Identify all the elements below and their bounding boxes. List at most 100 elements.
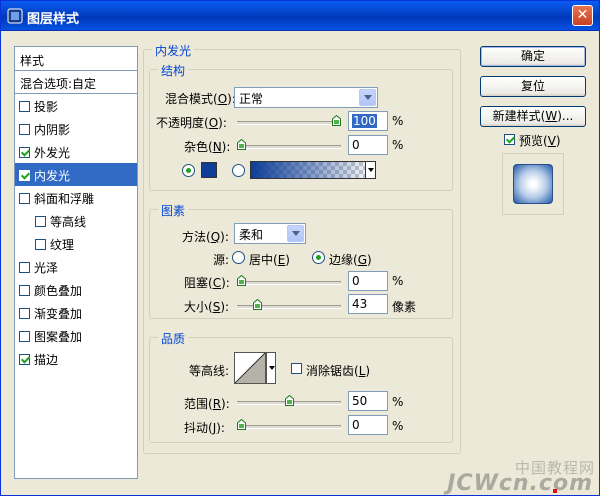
style-item[interactable]: 等高线 [15,209,137,232]
edge-radio[interactable] [312,251,325,264]
opacity-slider-thumb[interactable] [332,115,341,126]
size-field[interactable]: 43 [348,294,388,314]
style-checkbox[interactable] [19,147,30,158]
close-button[interactable]: ✕ [572,5,593,26]
style-checkbox[interactable] [19,308,30,319]
style-checkbox[interactable] [19,170,30,181]
gradient-radio[interactable] [232,164,245,177]
jitter-label: 抖动(J): [184,421,225,435]
style-checkbox[interactable] [19,354,30,365]
style-checkbox[interactable] [35,239,46,250]
antialias-label[interactable]: 消除锯齿(L) [306,362,370,379]
style-item[interactable]: 渐变叠加 [15,301,137,324]
range-label: 范围(R): [184,397,230,411]
size-label: 大小(S): [184,300,230,314]
style-item[interactable]: 颜色叠加 [15,278,137,301]
center-radio[interactable] [232,251,245,264]
style-item-label: 渐变叠加 [34,307,83,321]
noise-slider-thumb[interactable] [237,139,246,150]
style-checkbox[interactable] [19,331,30,342]
style-item-label: 斜面和浮雕 [34,192,95,206]
chevron-down-icon[interactable] [287,225,304,242]
opacity-label: 不透明度(O): [156,116,227,130]
blending-options-item[interactable]: 混合选项:自定 [15,71,137,94]
choke-label: 阻塞(C): [184,276,230,290]
style-checkbox[interactable] [19,193,30,204]
style-item-label: 颜色叠加 [34,284,83,298]
style-item-label: 内阴影 [34,123,71,137]
method-value: 柔和 [239,228,264,242]
style-item-label: 外发光 [34,146,71,160]
method-select[interactable]: 柔和 [234,223,306,244]
watermark-dot [553,489,557,493]
choke-percent: % [392,274,404,288]
jitter-slider-track[interactable] [237,425,341,429]
preview-label[interactable]: 预览(V) [519,132,561,149]
new-style-button[interactable]: 新建样式(W)... [480,106,586,127]
contour-dropdown-arrow[interactable] [266,352,276,384]
style-item[interactable]: 光泽 [15,255,137,278]
contour-linear-icon [234,352,266,384]
styles-list-header[interactable]: 样式 [15,47,137,71]
style-preview [502,153,564,215]
style-checkbox[interactable] [35,216,46,227]
choke-slider-track[interactable] [237,281,341,285]
size-slider-thumb[interactable] [253,299,263,310]
noise-field[interactable]: 0 [348,135,388,155]
antialias-checkbox[interactable] [291,363,302,374]
site-watermark: 中国教程网 JCWcn.com [447,457,599,496]
style-item[interactable]: 斜面和浮雕 [15,186,137,209]
window-title: 图层样式 [27,12,80,27]
opacity-slider-track[interactable] [237,121,341,125]
style-item-label: 光泽 [34,261,59,275]
choke-slider-thumb[interactable] [237,275,246,286]
layer-style-dialog: 图层样式 ✕ 样式 混合选项:自定 投影 内阴影 外发光 内发光 斜面和浮雕 等高线 纹理光… [0,0,600,496]
range-slider-thumb[interactable] [284,395,294,406]
noise-percent: % [392,138,404,152]
blend-mode-value: 正常 [239,92,264,106]
jitter-field[interactable]: 0 [348,415,388,435]
inner-glow-title: 内发光 [152,42,195,59]
range-field[interactable]: 50 [348,391,388,411]
style-item-label: 投影 [34,100,59,114]
contour-label: 等高线: [189,364,230,378]
style-item[interactable]: 投影 [15,94,137,117]
style-item[interactable]: 图案叠加 [15,324,137,347]
jitter-slider-thumb[interactable] [237,419,246,430]
choke-field[interactable]: 0 [348,271,388,291]
solid-color-radio[interactable] [182,164,195,177]
style-checkbox[interactable] [19,285,30,296]
edge-label[interactable]: 边缘(G) [329,251,372,268]
structure-title: 结构 [158,62,189,79]
blend-mode-label: 混合模式(O): [165,92,236,106]
preview-checkbox[interactable] [504,134,515,145]
ok-button[interactable]: 确定 [480,46,586,67]
contour-picker[interactable] [234,352,266,384]
reset-button[interactable]: 复位 [480,76,586,97]
style-item-label: 纹理 [50,238,75,252]
style-checkbox[interactable] [19,262,30,273]
style-item-label: 图案叠加 [34,330,83,344]
jitter-percent: % [392,419,404,433]
style-item[interactable]: 内阴影 [15,117,137,140]
source-label: 源: [213,253,230,267]
chevron-down-icon[interactable] [359,89,376,106]
style-item-label: 等高线 [50,215,87,229]
glow-color-swatch[interactable] [201,162,217,178]
center-label[interactable]: 居中(E) [249,251,290,268]
close-icon: ✕ [576,7,589,23]
quality-title: 品质 [158,330,189,347]
style-item[interactable]: 外发光 [15,140,137,163]
style-item[interactable]: 描边 [15,347,137,370]
style-item[interactable]: 内发光 [15,163,137,186]
style-checkbox[interactable] [19,124,30,135]
style-item[interactable]: 纹理 [15,232,137,255]
gradient-dropdown-arrow[interactable] [365,161,376,179]
style-checkbox[interactable] [19,101,30,112]
title-bar[interactable]: 图层样式 ✕ [1,1,599,31]
glow-gradient-picker[interactable] [250,161,375,179]
blend-mode-select[interactable]: 正常 [234,87,378,108]
opacity-field[interactable]: 100 [348,111,388,131]
photoshop-app-icon [7,8,23,24]
noise-slider-track[interactable] [237,145,341,149]
